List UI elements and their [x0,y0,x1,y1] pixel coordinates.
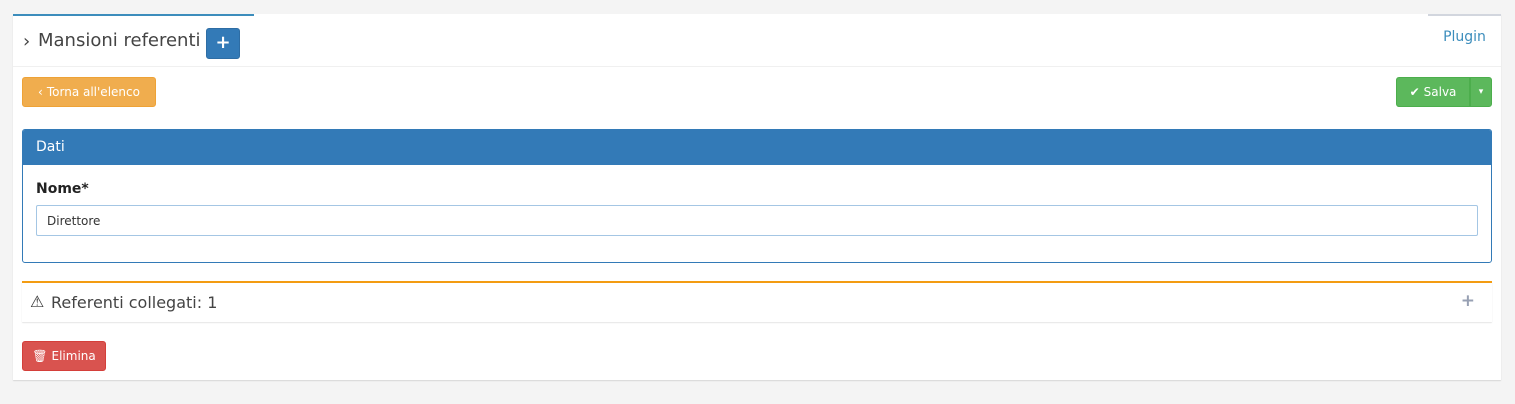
panel-title: Dati [23,130,1491,165]
tab-title: Mansioni referenti [38,30,201,51]
warning-icon: ⚠ [30,292,45,311]
trash-icon: 🗑 [32,349,48,363]
back-button-label: Torna all'elenco [46,85,140,99]
tab-mansioni-referenti[interactable]: › Mansioni referenti + [13,14,254,66]
linked-referents-title: Referenti collegati: 1 [51,293,218,312]
data-panel: Dati Nome* [22,129,1492,263]
add-button[interactable]: + [206,28,240,59]
delete-button[interactable]: 🗑 Elimina [22,341,106,371]
expand-button[interactable]: + [1461,291,1475,311]
main-card: › Mansioni referenti + Plugin ‹ Torna al… [13,14,1501,380]
save-button[interactable]: ✔ Salva [1396,77,1470,107]
caret-down-icon: ▾ [1478,87,1484,97]
name-field[interactable] [36,205,1478,236]
tab-bar: › Mansioni referenti + Plugin [13,14,1501,67]
back-to-list-button[interactable]: ‹ Torna all'elenco [22,77,156,107]
chevron-left-icon: ‹ [38,85,43,99]
save-dropdown-toggle[interactable]: ▾ [1470,77,1492,107]
check-icon: ✔ [1409,85,1420,99]
linked-referents-box: ⚠ Referenti collegati: 1 + [22,281,1492,322]
chevron-right-icon: › [23,31,31,52]
delete-button-label: Elimina [51,349,96,363]
tab-plugin[interactable]: Plugin [1428,14,1501,66]
name-field-label: Nome* [36,181,89,197]
save-button-label: Salva [1423,85,1457,99]
